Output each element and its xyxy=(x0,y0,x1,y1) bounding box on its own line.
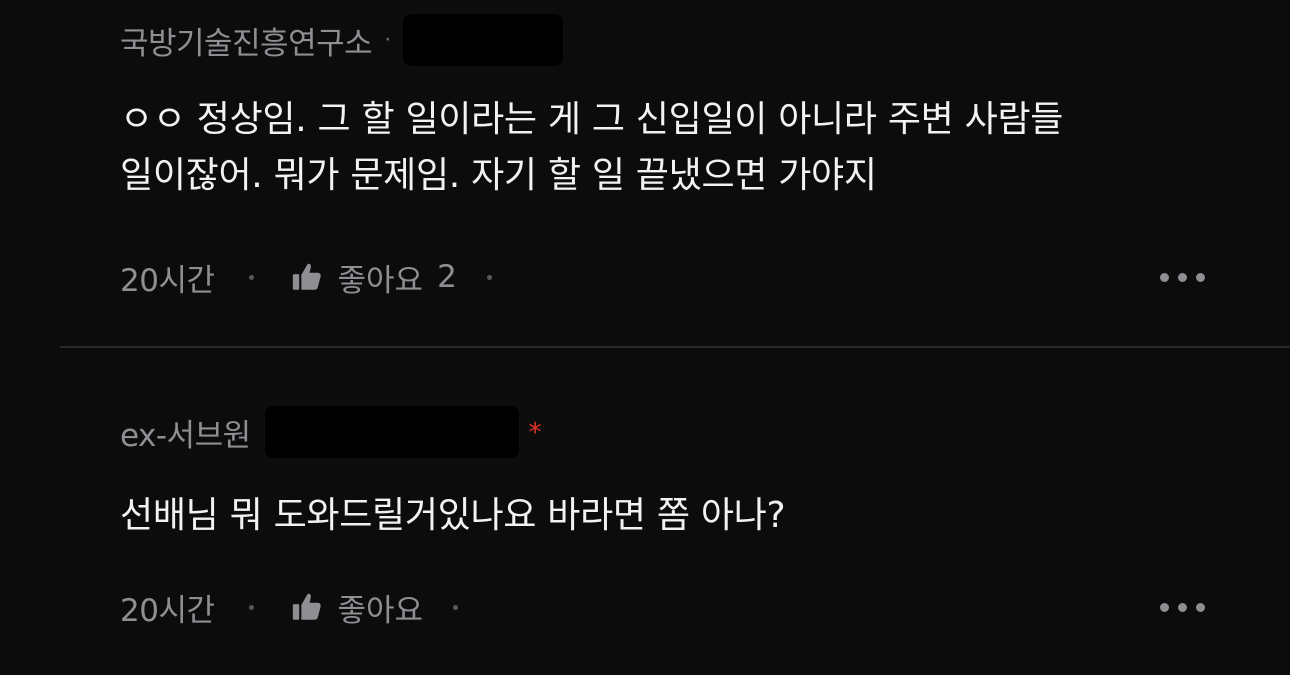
redacted-block xyxy=(264,406,519,458)
like-label: 좋아요 xyxy=(337,262,424,299)
redacted-block xyxy=(403,14,564,66)
comment-item: 국방기술진흥연구소 · ㅇㅇ 정상임. 그 할 일이라는 게 그 신입일이 아니… xyxy=(0,0,1290,346)
comment-footer: 20시간 좋아요 xyxy=(120,585,459,630)
comment-text: ㅇㅇ 정상임. 그 할 일이라는 게 그 신입일이 아니라 주변 사람들 일이잖… xyxy=(120,99,1064,196)
comment-header: 국방기술진흥연구소 · xyxy=(120,14,564,66)
separator-dot: · xyxy=(384,27,392,53)
like-button[interactable]: 좋아요 xyxy=(290,585,424,630)
thumbs-up-icon xyxy=(292,593,321,620)
comment-timestamp: 20시간 xyxy=(120,592,215,629)
more-horizontal-icon xyxy=(1160,602,1169,612)
footer-separator-dot xyxy=(248,604,254,610)
like-label: 좋아요 xyxy=(337,592,424,629)
footer-separator-dot xyxy=(486,274,492,280)
comment-header: ex-서브원 * xyxy=(120,406,542,458)
author-badge: * xyxy=(528,418,542,448)
comment-footer: 20시간 좋아요 2 xyxy=(120,255,492,300)
footer-separator-dot xyxy=(453,604,459,610)
comment-timestamp: 20시간 xyxy=(120,262,215,299)
comment-text: 선배님 뭐 도와드릴거있나요 바라면 쫌 아나? xyxy=(120,495,786,536)
more-horizontal-icon xyxy=(1160,272,1169,282)
footer-separator-dot xyxy=(248,274,254,280)
like-button[interactable]: 좋아요 2 xyxy=(290,255,457,300)
like-count: 2 xyxy=(437,259,457,295)
comment-author[interactable]: ex-서브원 xyxy=(120,410,251,455)
thumbs-up-icon xyxy=(292,263,321,290)
more-options-button[interactable] xyxy=(1160,592,1205,622)
comment-author[interactable]: 국방기술진흥연구소 xyxy=(120,18,373,63)
comment-item: ex-서브원 * 선배님 뭐 도와드릴거있나요 바라면 쫌 아나? 20시간 좋… xyxy=(0,348,1290,675)
more-options-button[interactable] xyxy=(1160,262,1205,292)
